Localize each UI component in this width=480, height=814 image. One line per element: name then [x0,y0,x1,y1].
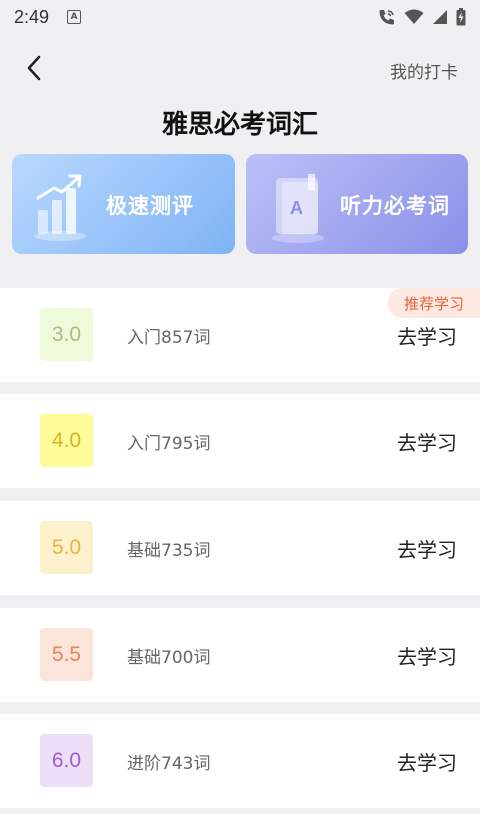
status-time: 2:49 [14,6,50,27]
speed-assessment-card[interactable]: 极速测评 [12,154,235,254]
level-badge: 3.0 [40,308,93,361]
level-row-3-0[interactable]: 3.0 入门857词 去学习 推荐学习 [0,288,480,382]
level-description: 入门857词 [127,328,211,348]
book-a-icon: A [266,168,336,248]
level-badge: 5.0 [40,521,93,574]
go-study-button[interactable]: 去学习 [397,641,457,670]
level-description: 基础700词 [127,648,211,668]
level-badge: 5.5 [40,628,93,681]
speed-assessment-label: 极速测评 [106,194,194,218]
go-study-button[interactable]: 去学习 [397,427,457,456]
level-row-5-0[interactable]: 5.0 基础735词 去学习 [0,501,480,595]
level-description: 基础735词 [127,541,211,561]
status-icons [378,8,466,26]
level-row-4-0[interactable]: 4.0 入门795词 去学习 [0,394,480,488]
header: 我的打卡 雅思必考词汇 [0,34,480,154]
listening-words-label: 听力必考词 [340,194,450,218]
page-title: 雅思必考词汇 [161,110,318,140]
status-bar: 2:49 A [0,0,480,34]
level-description: 进阶743词 [127,754,211,774]
wifi-icon [404,9,424,25]
go-study-button[interactable]: 去学习 [397,747,457,776]
level-description: 入门795词 [127,434,211,454]
back-button[interactable] [18,52,50,84]
level-row-6-0[interactable]: 6.0 进阶743词 去学习 [0,714,480,808]
listening-words-card[interactable]: A 听力必考词 [246,154,468,254]
level-badge: 4.0 [40,414,93,467]
chevron-left-icon [27,55,41,81]
battery-charging-icon [456,8,466,26]
go-study-button[interactable]: 去学习 [397,321,457,350]
recommended-tag: 推荐学习 [388,288,480,318]
my-checkin-link[interactable]: 我的打卡 [390,58,458,83]
go-study-button[interactable]: 去学习 [397,534,457,563]
signal-icon [432,9,448,25]
level-badge: 6.0 [40,734,93,787]
level-row-5-5[interactable]: 5.5 基础700词 去学习 [0,608,480,702]
bar-chart-arrow-icon [32,168,102,248]
notification-a-icon: A [67,10,82,24]
phone-wifi-call-icon [378,8,396,26]
svg-text:A: A [290,198,303,218]
